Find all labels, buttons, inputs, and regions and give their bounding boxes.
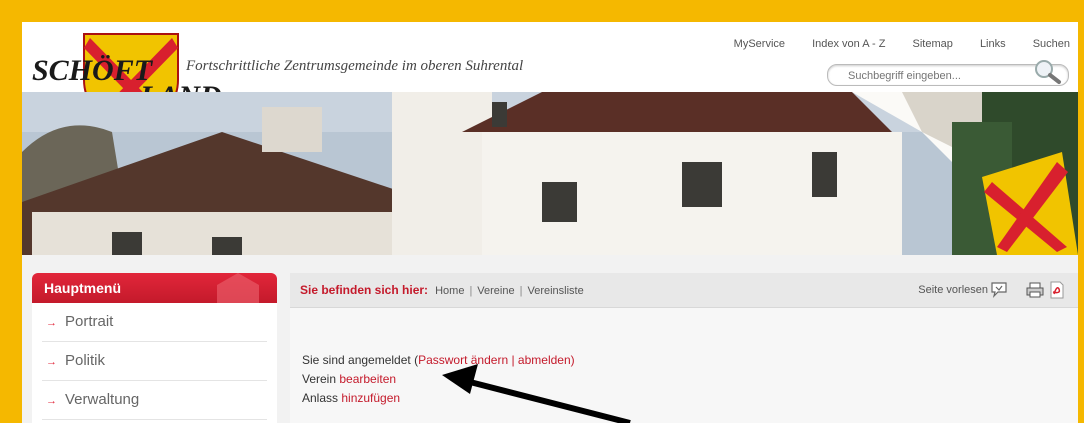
- sidebar-item-politik[interactable]: → Politik: [42, 342, 267, 381]
- change-password-link[interactable]: Passwort ändern: [418, 353, 508, 367]
- logo-text-top: SCHÖFT: [32, 54, 154, 87]
- header-banner-image: [22, 92, 1078, 255]
- sidebar-title: Hauptmenü: [44, 280, 121, 296]
- club-prefix: Verein: [302, 372, 340, 386]
- edit-club-link[interactable]: bearbeiten: [339, 372, 396, 386]
- printer-icon[interactable]: [1026, 281, 1044, 299]
- speech-bubble-icon[interactable]: [990, 281, 1008, 299]
- breadcrumb-vereine[interactable]: Vereine: [477, 285, 514, 297]
- breadcrumb: Sie befinden sich hier: Home | Vereine | Ver…: [290, 273, 1078, 308]
- house-icon: [217, 273, 259, 303]
- login-status-line: Sie sind angemeldet (Passwort ändern | a…: [302, 353, 575, 367]
- nav-index[interactable]: Index von A - Z: [812, 38, 885, 50]
- sidebar-item-label: Politik: [65, 352, 106, 369]
- arrow-right-icon: →: [46, 317, 57, 329]
- page: SCHÖFT LAND Fortschrittliche Zentrumsgem…: [22, 22, 1078, 423]
- sidebar-item-portrait[interactable]: → Portrait: [42, 303, 267, 342]
- arrow-right-icon: →: [46, 356, 57, 368]
- breadcrumb-home[interactable]: Home: [435, 285, 464, 297]
- nav-sitemap[interactable]: Sitemap: [913, 38, 953, 50]
- nav-myservice[interactable]: MyService: [734, 38, 785, 50]
- breadcrumb-vereinsliste[interactable]: Vereinsliste: [527, 285, 583, 297]
- event-prefix: Anlass: [302, 391, 342, 405]
- read-aloud-link[interactable]: Seite vorlesen: [918, 273, 988, 307]
- login-status-prefix: Sie sind angemeldet (: [302, 353, 419, 367]
- login-separator: |: [508, 353, 518, 367]
- breadcrumb-separator: |: [469, 285, 473, 297]
- sidebar-header: Hauptmenü: [32, 273, 277, 303]
- event-add-line: Anlass hinzufügen: [302, 391, 400, 405]
- search-box: [827, 60, 1069, 86]
- magnifier-icon[interactable]: [1032, 57, 1062, 85]
- club-edit-line: Verein bearbeiten: [302, 372, 396, 386]
- logout-link[interactable]: abmelden: [518, 353, 571, 367]
- breadcrumb-separator: |: [519, 285, 523, 297]
- sidebar-item-label: Portrait: [65, 313, 114, 330]
- login-status-suffix: ): [570, 353, 575, 367]
- add-event-link[interactable]: hinzufügen: [341, 391, 400, 405]
- search-input[interactable]: [846, 67, 1030, 85]
- tagline: Fortschrittliche Zentrumsgemeinde im obe…: [186, 58, 524, 74]
- sidebar-item-verwaltung[interactable]: → Verwaltung: [42, 381, 267, 420]
- top-navigation: MyService Index von A - Z Sitemap Links …: [710, 38, 1070, 50]
- arrow-right-icon: →: [46, 395, 57, 407]
- sidebar-item-label: Verwaltung: [65, 391, 140, 408]
- breadcrumb-label: Sie befinden sich hier:: [300, 283, 429, 297]
- sidebar-menu: → Portrait → Politik → Verwaltung: [32, 303, 277, 423]
- pdf-icon[interactable]: [1048, 281, 1066, 299]
- nav-search[interactable]: Suchen: [1033, 38, 1070, 50]
- nav-links[interactable]: Links: [980, 38, 1006, 50]
